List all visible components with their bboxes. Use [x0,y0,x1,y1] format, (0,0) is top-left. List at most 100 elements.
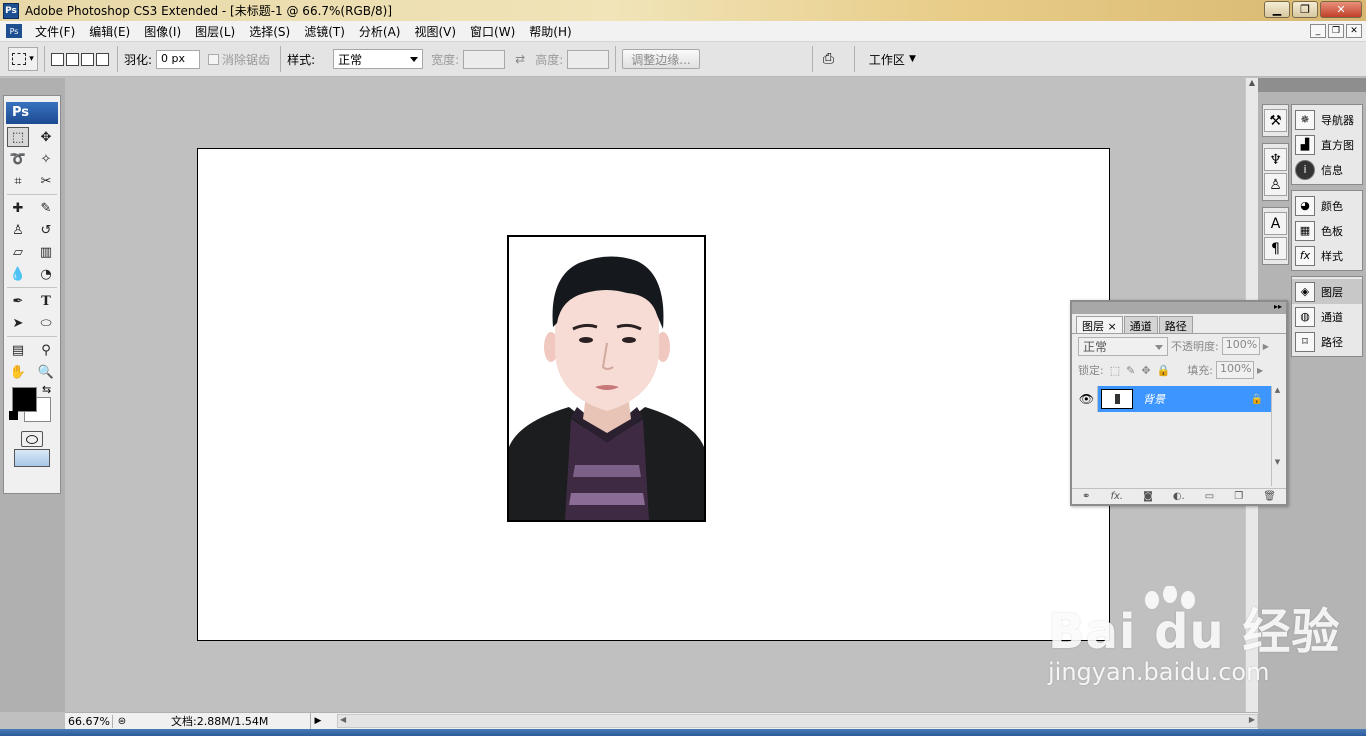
opacity-slider-arrow-icon[interactable]: ▶ [1263,342,1269,351]
doc-minimize-button[interactable]: _ [1310,24,1326,38]
character-icon[interactable]: A [1264,212,1287,235]
new-layer-icon[interactable]: ❐ [1234,491,1243,502]
new-selection-icon[interactable] [51,52,64,66]
height-input[interactable] [567,49,610,69]
scroll-up-icon[interactable]: ▲ [1246,78,1258,91]
swatches-tab[interactable]: ▦ 色板 [1292,218,1362,243]
minimize-button[interactable]: ▁ [1264,1,1290,18]
layers-tab[interactable]: ◈ 图层 [1292,279,1362,304]
eraser-tool-icon[interactable]: ▱ [7,242,29,262]
pen-tool-icon[interactable]: ✒ [7,291,29,311]
navigator-tab[interactable]: ✵ 导航器 [1292,107,1362,132]
workspace-menu[interactable]: 工作区 [869,51,905,68]
lock-position-icon[interactable]: ✥ [1141,364,1150,377]
intersect-selection-icon[interactable] [96,52,109,66]
fill-slider-arrow-icon[interactable]: ▶ [1257,366,1263,375]
fill-input[interactable]: 100% [1215,361,1254,379]
ps-menu-icon[interactable]: Ps [6,24,22,38]
zoom-tool-icon[interactable]: 🔍 [35,362,57,382]
style-select[interactable]: 正常 [333,49,424,69]
feather-input[interactable]: 0 px [156,49,201,69]
scroll-right-icon[interactable]: ▶ [1249,715,1255,724]
history-brush-icon[interactable]: ↺ [35,220,57,240]
layers-scrollbar[interactable]: ▲ ▼ [1271,386,1283,486]
histogram-tab[interactable]: ▟ 直方图 [1292,132,1362,157]
magic-wand-icon[interactable]: ✧ [35,149,57,169]
lock-transparency-icon[interactable]: ⬚ [1110,364,1120,377]
antialias-checkbox[interactable] [208,53,220,65]
blend-mode-select[interactable]: 正常 [1078,336,1168,356]
layer-row-background[interactable]: 👁 背景 🔒 [1076,386,1271,412]
swap-colors-icon[interactable]: ⇆ [42,383,51,396]
tab-layers[interactable]: 图层 × [1076,316,1123,333]
brush-tool-icon[interactable]: ✎ [35,198,57,218]
info-tab[interactable]: i 信息 [1292,157,1362,182]
crop-tool-icon[interactable]: ⌗ [7,171,29,191]
menu-file[interactable]: 文件(F) [28,23,82,40]
layer-body[interactable]: 背景 🔒 [1098,386,1271,412]
path-selection-icon[interactable]: ➤ [7,313,29,333]
ellipse-tool-icon[interactable]: ⬭ [35,313,57,333]
blur-tool-icon[interactable]: 💧 [7,264,29,284]
menu-select[interactable]: 选择(S) [242,23,297,40]
tab-channels[interactable]: 通道 [1123,316,1158,333]
doc-restore-button[interactable]: ❐ [1328,24,1344,38]
marquee-tool-icon[interactable]: ⬚ [7,127,29,147]
paths-tab[interactable]: ⌑ 路径 [1292,329,1362,354]
menu-filter[interactable]: 滤镜(T) [297,23,352,40]
scroll-left-icon[interactable]: ◀ [340,715,346,724]
dodge-tool-icon[interactable]: ◔ [35,264,57,284]
screen-mode-button[interactable] [14,449,50,467]
new-group-icon[interactable]: ▭ [1205,491,1214,502]
slice-tool-icon[interactable]: ✂ [35,171,57,191]
clone-source-icon[interactable]: ♙ [1264,173,1287,196]
lasso-tool-icon[interactable]: ➰ [7,149,29,169]
menu-edit[interactable]: 编辑(E) [82,23,137,40]
notes-tool-icon[interactable]: ▤ [7,340,29,360]
subtract-selection-icon[interactable] [81,52,94,66]
add-mask-icon[interactable]: ◙ [1143,491,1153,502]
maximize-button[interactable]: ❐ [1292,1,1318,18]
menu-image[interactable]: 图像(I) [137,23,188,40]
menu-layer[interactable]: 图层(L) [188,23,242,40]
tool-presets-icon[interactable]: ⚒ [1264,109,1287,132]
zoom-level[interactable]: 66.67% [65,714,113,728]
portrait-photo[interactable] [507,235,706,522]
menu-view[interactable]: 视图(V) [407,23,463,40]
horizontal-scrollbar[interactable]: ◀ ▶ [337,714,1258,728]
tool-preset-picker[interactable]: ▾ [8,47,38,71]
gradient-tool-icon[interactable]: ▥ [35,242,57,262]
lock-pixels-icon[interactable]: ✎ [1126,364,1135,377]
swap-dimensions-icon[interactable]: ⇄ [515,52,525,66]
menu-help[interactable]: 帮助(H) [522,23,578,40]
adjustment-layer-icon[interactable]: ◐. [1173,491,1185,502]
lock-all-icon[interactable]: 🔒 [1157,364,1171,377]
bridge-icon[interactable]: ⎙ [823,51,834,67]
paragraph-icon[interactable]: ¶ [1264,237,1287,260]
status-menu-arrow-icon[interactable]: ▶ [311,716,325,726]
default-colors-icon[interactable] [9,411,18,420]
tab-paths[interactable]: 路径 [1158,316,1193,333]
status-info-icon[interactable]: ⊜ [113,716,131,727]
foreground-color-swatch[interactable] [12,387,37,412]
delete-layer-icon[interactable]: 🗑 [1263,491,1276,502]
hand-tool-icon[interactable]: ✋ [7,362,29,382]
type-tool-icon[interactable]: T [35,291,57,311]
brushes-icon[interactable]: ♆ [1264,148,1287,171]
styles-tab[interactable]: fx 样式 [1292,243,1362,268]
dock-header[interactable] [1258,78,1366,92]
quick-mask-button[interactable] [21,431,43,447]
add-selection-icon[interactable] [66,52,79,66]
opacity-input[interactable]: 100% [1221,337,1260,355]
width-input[interactable] [463,49,506,69]
color-tab[interactable]: ◕ 颜色 [1292,193,1362,218]
menu-window[interactable]: 窗口(W) [463,23,522,40]
layer-style-icon[interactable]: fx. [1110,491,1123,502]
channels-tab[interactable]: ◍ 通道 [1292,304,1362,329]
layers-panel-header[interactable]: ▸▸ [1072,302,1286,314]
eyedropper-icon[interactable]: ⚲ [35,340,57,360]
doc-close-button[interactable]: ✕ [1346,24,1362,38]
refine-edge-button[interactable]: 调整边缘... [622,49,700,69]
link-layers-icon[interactable]: ⚭ [1082,491,1090,502]
eye-visibility-icon[interactable]: 👁 [1076,386,1098,412]
